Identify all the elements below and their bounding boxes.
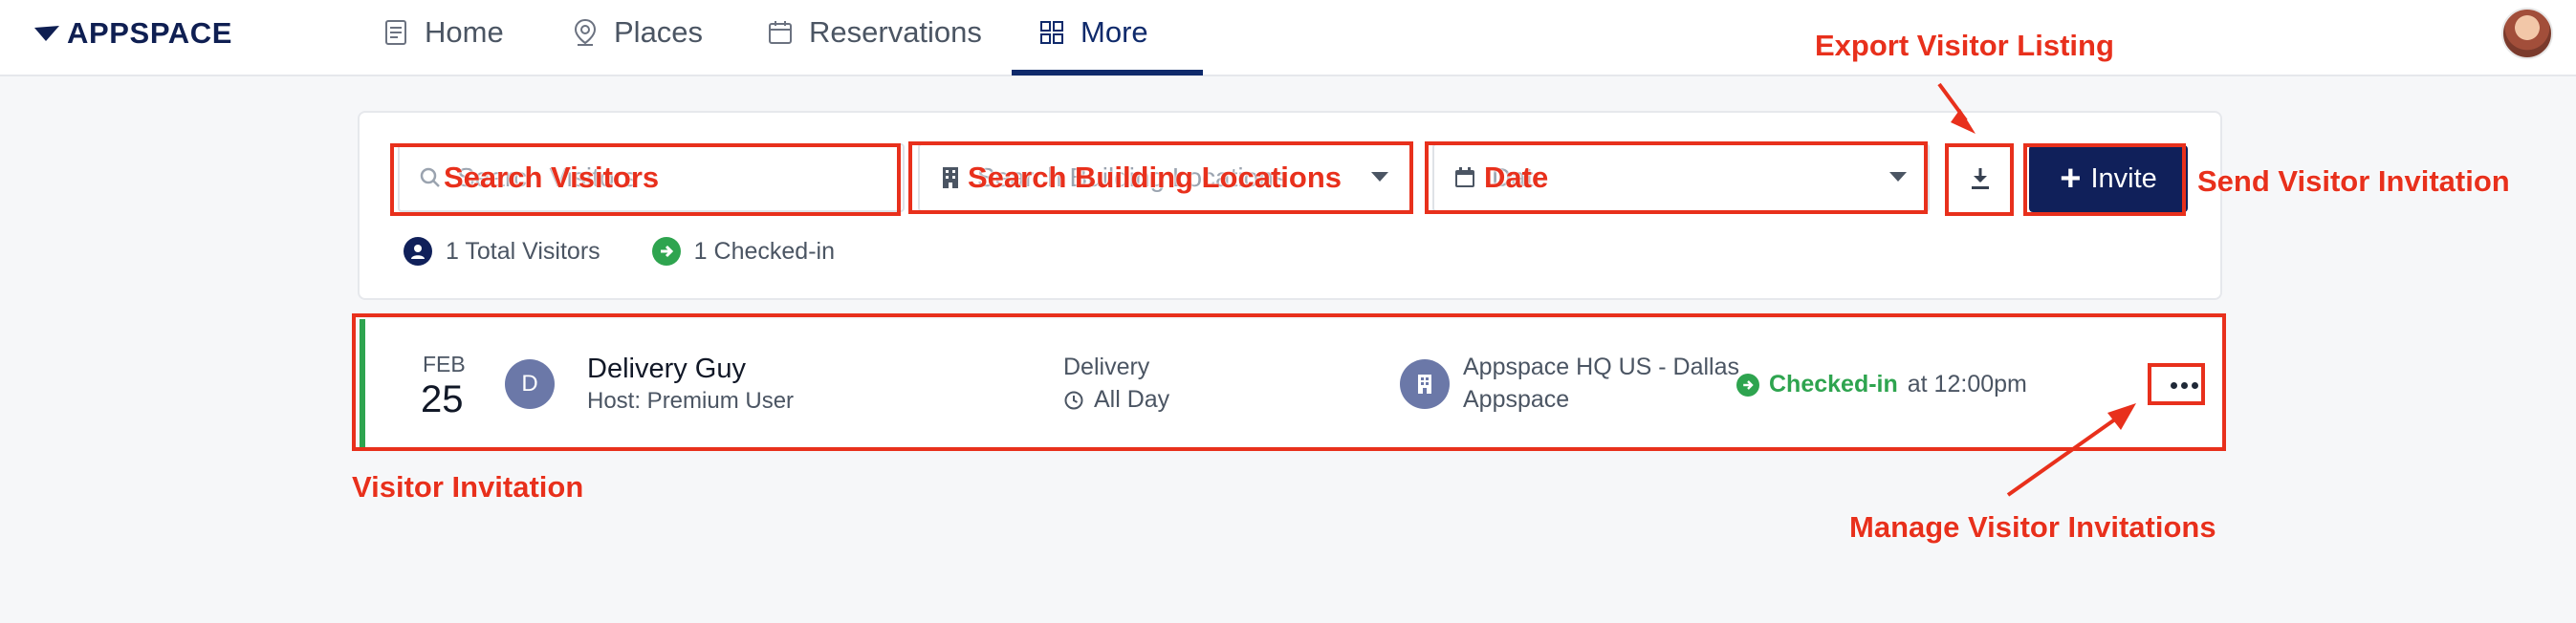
annotation-export: Export Visitor Listing [1815, 29, 2114, 62]
annotation-search-visitors: Search Visitors [444, 161, 660, 194]
total-visitors-stat: 1 Total Visitors [404, 237, 600, 266]
nav-reservations-label: Reservations [809, 15, 982, 49]
document-icon [385, 20, 406, 45]
active-tab-indicator [1012, 70, 1203, 75]
logo-text: APPSPACE [67, 16, 233, 50]
nav-places-label: Places [614, 15, 704, 49]
person-icon [404, 237, 432, 266]
logo-mark-icon [34, 26, 59, 41]
annotation-date: Date [1484, 161, 1549, 194]
checked-in-text: 1 Checked-in [693, 237, 835, 265]
nav-home-label: Home [425, 15, 504, 49]
location-pin-icon [574, 18, 597, 46]
nav-places[interactable]: Places [570, 0, 703, 76]
calendar-icon [769, 21, 792, 44]
nav-reservations[interactable]: Reservations [765, 0, 982, 76]
annotation-manage: Manage Visitor Invitations [1849, 510, 2216, 544]
nav-home[interactable]: Home [381, 0, 504, 76]
nav-more-label: More [1081, 15, 1148, 49]
top-navigation-bar: APPSPACE Home Places Reservations More [0, 0, 2576, 76]
annotation-visitor-invitation: Visitor Invitation [352, 470, 584, 504]
annotation-search-building: Search Building Locations [968, 161, 1342, 194]
checked-in-stat: 1 Checked-in [651, 237, 835, 266]
check-in-arrow-icon [651, 237, 681, 266]
annotation-box-visitor-row [352, 313, 2226, 451]
annotation-box-export [1945, 143, 2014, 216]
total-visitors-text: 1 Total Visitors [446, 237, 600, 265]
appspace-logo[interactable]: APPSPACE [33, 16, 233, 50]
annotation-box-invite [2023, 143, 2186, 216]
grid-icon [1040, 21, 1063, 44]
nav-more[interactable]: More [1037, 0, 1148, 76]
visitor-stats: 1 Total Visitors 1 Checked-in [404, 237, 835, 266]
user-avatar[interactable] [2501, 8, 2553, 59]
annotation-box-manage [2148, 363, 2205, 405]
annotation-send-invitation: Send Visitor Invitation [2197, 164, 2510, 198]
